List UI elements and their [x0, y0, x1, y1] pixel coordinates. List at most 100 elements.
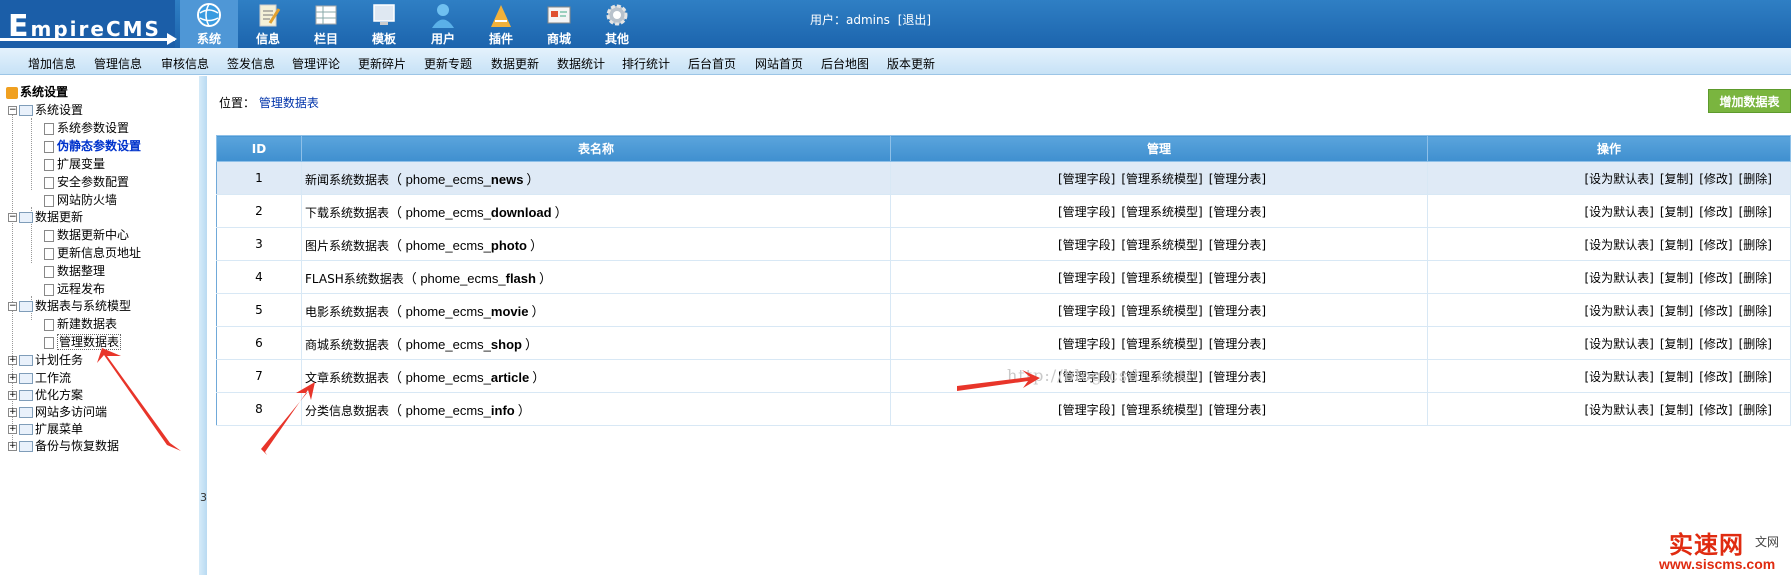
- manage-fields-link[interactable]: [管理字段]: [1058, 172, 1115, 186]
- delete-link[interactable]: [删除]: [1739, 271, 1772, 285]
- manage-subtables-link[interactable]: [管理分表]: [1209, 271, 1266, 285]
- submenu-admin-map[interactable]: 后台地图: [821, 55, 869, 72]
- set-default-link[interactable]: [设为默认表]: [1585, 172, 1654, 186]
- manage-models-link[interactable]: [管理系统模型]: [1121, 271, 1202, 285]
- submenu-manage-comments[interactable]: 管理评论: [292, 55, 340, 72]
- submenu-add-info[interactable]: 增加信息: [28, 55, 76, 72]
- submenu-data-stats[interactable]: 数据统计: [557, 55, 605, 72]
- edit-link[interactable]: [修改]: [1699, 403, 1732, 417]
- tree-group-data-update[interactable]: − 数据更新: [8, 209, 83, 225]
- nav-template[interactable]: 模板: [355, 0, 413, 48]
- set-default-link[interactable]: [设为默认表]: [1585, 403, 1654, 417]
- copy-link[interactable]: [复制]: [1660, 370, 1693, 384]
- manage-fields-link[interactable]: [管理字段]: [1058, 403, 1115, 417]
- manage-subtables-link[interactable]: [管理分表]: [1209, 304, 1266, 318]
- submenu-data-update[interactable]: 数据更新: [491, 55, 539, 72]
- tree-item-manage-tables[interactable]: 管理数据表: [44, 334, 122, 350]
- tree-item-security-params[interactable]: 安全参数配置: [44, 174, 129, 190]
- submenu-manage-info[interactable]: 管理信息: [94, 55, 142, 72]
- set-default-link[interactable]: [设为默认表]: [1585, 304, 1654, 318]
- edit-link[interactable]: [修改]: [1699, 238, 1732, 252]
- nav-other[interactable]: 其他: [588, 0, 646, 48]
- manage-models-link[interactable]: [管理系统模型]: [1121, 238, 1202, 252]
- tree-group-multi-access[interactable]: + 网站多访问端: [8, 404, 107, 420]
- set-default-link[interactable]: [设为默认表]: [1585, 205, 1654, 219]
- tree-group-backup-restore[interactable]: + 备份与恢复数据: [8, 438, 119, 454]
- tree-item-system-params[interactable]: 系统参数设置: [44, 120, 129, 136]
- copy-link[interactable]: [复制]: [1660, 304, 1693, 318]
- manage-models-link[interactable]: [管理系统模型]: [1121, 337, 1202, 351]
- delete-link[interactable]: [删除]: [1739, 370, 1772, 384]
- copy-link[interactable]: [复制]: [1660, 238, 1693, 252]
- delete-link[interactable]: [删除]: [1739, 205, 1772, 219]
- nav-column[interactable]: 栏目: [297, 0, 355, 48]
- expand-icon[interactable]: +: [8, 408, 17, 417]
- tree-group-tables-models[interactable]: − 数据表与系统模型: [8, 298, 131, 314]
- submenu-version-update[interactable]: 版本更新: [887, 55, 935, 72]
- copy-link[interactable]: [复制]: [1660, 172, 1693, 186]
- delete-link[interactable]: [删除]: [1739, 238, 1772, 252]
- tree-group-optimization[interactable]: + 优化方案: [8, 387, 83, 403]
- manage-models-link[interactable]: [管理系统模型]: [1121, 205, 1202, 219]
- manage-models-link[interactable]: [管理系统模型]: [1121, 403, 1202, 417]
- edit-link[interactable]: [修改]: [1699, 337, 1732, 351]
- tree-root-system-settings[interactable]: 系统设置: [6, 84, 68, 100]
- submenu-update-topics[interactable]: 更新专题: [424, 55, 472, 72]
- nav-user[interactable]: 用户: [414, 0, 472, 48]
- manage-models-link[interactable]: [管理系统模型]: [1121, 172, 1202, 186]
- nav-info[interactable]: 信息: [239, 0, 297, 48]
- tree-item-remote-publish[interactable]: 远程发布: [44, 281, 105, 297]
- delete-link[interactable]: [删除]: [1739, 172, 1772, 186]
- add-table-button[interactable]: 增加数据表: [1708, 89, 1791, 113]
- submenu-site-home[interactable]: 网站首页: [755, 55, 803, 72]
- expand-icon[interactable]: +: [8, 374, 17, 383]
- tree-item-firewall[interactable]: 网站防火墙: [44, 192, 117, 208]
- collapse-icon[interactable]: −: [8, 106, 17, 115]
- set-default-link[interactable]: [设为默认表]: [1585, 238, 1654, 252]
- edit-link[interactable]: [修改]: [1699, 271, 1732, 285]
- submenu-sign-info[interactable]: 签发信息: [227, 55, 275, 72]
- manage-fields-link[interactable]: [管理字段]: [1058, 205, 1115, 219]
- edit-link[interactable]: [修改]: [1699, 370, 1732, 384]
- copy-link[interactable]: [复制]: [1660, 205, 1693, 219]
- expand-icon[interactable]: +: [8, 425, 17, 434]
- expand-icon[interactable]: +: [8, 391, 17, 400]
- manage-subtables-link[interactable]: [管理分表]: [1209, 205, 1266, 219]
- nav-shop[interactable]: 商城: [530, 0, 588, 48]
- breadcrumb-link[interactable]: 管理数据表: [259, 96, 319, 110]
- set-default-link[interactable]: [设为默认表]: [1585, 337, 1654, 351]
- copy-link[interactable]: [复制]: [1660, 271, 1693, 285]
- submenu-update-fragments[interactable]: 更新碎片: [358, 55, 406, 72]
- copy-link[interactable]: [复制]: [1660, 337, 1693, 351]
- manage-subtables-link[interactable]: [管理分表]: [1209, 172, 1266, 186]
- submenu-admin-home[interactable]: 后台首页: [688, 55, 736, 72]
- tree-item-update-center[interactable]: 数据更新中心: [44, 227, 129, 243]
- expand-icon[interactable]: +: [8, 442, 17, 451]
- tree-group-workflow[interactable]: + 工作流: [8, 370, 71, 386]
- manage-fields-link[interactable]: [管理字段]: [1058, 271, 1115, 285]
- copy-link[interactable]: [复制]: [1660, 403, 1693, 417]
- tree-item-rewrite-params[interactable]: 伪静态参数设置: [44, 138, 141, 154]
- manage-fields-link[interactable]: [管理字段]: [1058, 337, 1115, 351]
- tree-item-new-table[interactable]: 新建数据表: [44, 316, 117, 332]
- manage-subtables-link[interactable]: [管理分表]: [1209, 337, 1266, 351]
- tree-group-system-settings[interactable]: − 系统设置: [8, 102, 83, 118]
- manage-fields-link[interactable]: [管理字段]: [1058, 238, 1115, 252]
- delete-link[interactable]: [删除]: [1739, 304, 1772, 318]
- set-default-link[interactable]: [设为默认表]: [1585, 370, 1654, 384]
- tree-group-extend-menu[interactable]: + 扩展菜单: [8, 421, 83, 437]
- tree-item-update-page-url[interactable]: 更新信息页地址: [44, 245, 141, 261]
- tree-item-data-cleanup[interactable]: 数据整理: [44, 263, 105, 279]
- delete-link[interactable]: [删除]: [1739, 403, 1772, 417]
- edit-link[interactable]: [修改]: [1699, 172, 1732, 186]
- nav-plugin[interactable]: 插件: [472, 0, 530, 48]
- collapse-icon[interactable]: −: [8, 213, 17, 222]
- submenu-ranking-stats[interactable]: 排行统计: [622, 55, 670, 72]
- expand-icon[interactable]: +: [8, 356, 17, 365]
- manage-models-link[interactable]: [管理系统模型]: [1121, 304, 1202, 318]
- tree-group-scheduled-tasks[interactable]: + 计划任务: [8, 352, 83, 368]
- manage-subtables-link[interactable]: [管理分表]: [1209, 238, 1266, 252]
- logout-link[interactable]: [退出]: [898, 13, 931, 27]
- manage-fields-link[interactable]: [管理字段]: [1058, 304, 1115, 318]
- manage-subtables-link[interactable]: [管理分表]: [1209, 403, 1266, 417]
